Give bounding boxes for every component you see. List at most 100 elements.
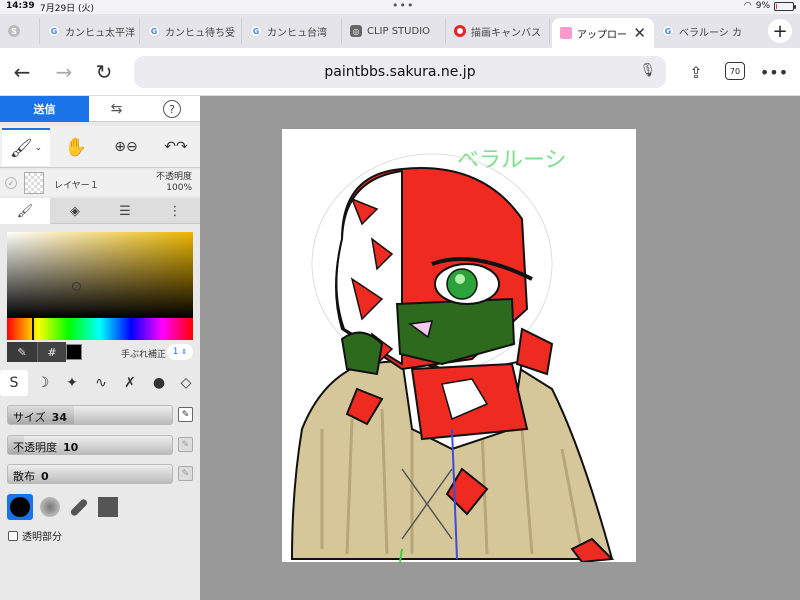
url-text: paintbbs.sakura.ne.jp <box>324 64 476 80</box>
eyedropper-icon[interactable]: ✎ <box>7 342 37 362</box>
google-icon: G <box>148 25 160 37</box>
tab-title: カンヒュ台湾 <box>267 27 327 39</box>
layer-opacity-value: 100% <box>166 183 192 193</box>
tab-7[interactable]: G ベラルーシ カ <box>654 18 754 44</box>
multitask-dots-icon[interactable]: ••• <box>392 0 414 12</box>
brush-settings-tab-icon[interactable]: 🖌 <box>0 198 50 224</box>
square-brush-shape-icon[interactable] <box>95 494 121 520</box>
tool-panel: 送信 ⇆ ? 🖌 ⌄ ✋ ⊕⊖ ↶↷ ✓ レイヤー１ 不透明度 100% 🖌 ◈ … <box>0 96 200 600</box>
google-icon: G <box>48 25 60 37</box>
brush-types: S ☽ ✦ ∿ ✗ ● ◇ <box>0 370 200 396</box>
color-row: ✎ # 手ぶれ補正 1 ⇕ <box>7 342 193 362</box>
undo-redo-icon[interactable]: ↶↷ <box>152 128 200 166</box>
url-field[interactable]: paintbbs.sakura.ne.jp 🎙 <box>134 56 666 88</box>
marker-brush-icon[interactable]: ☽ <box>29 370 57 396</box>
panel-header: 送信 ⇆ ? <box>0 96 200 122</box>
soft-brush-shape-icon[interactable] <box>37 494 63 520</box>
round-brush-shape-icon[interactable] <box>7 494 33 520</box>
scatter-label: 散布 <box>13 470 35 483</box>
app-favicon-icon <box>560 27 572 39</box>
more-tab-icon[interactable]: ⋮ <box>150 198 200 224</box>
clip-studio-icon: ◎ <box>350 25 362 37</box>
hex-input-button[interactable]: # <box>37 342 66 362</box>
main-tools: 🖌 ⌄ ✋ ⊕⊖ ↶↷ <box>0 126 200 168</box>
back-icon[interactable]: ← <box>8 58 36 86</box>
layer-thumbnail <box>24 172 44 194</box>
status-time: 14:39 <box>6 1 35 11</box>
reload-icon[interactable]: ↻ <box>90 58 118 86</box>
chevron-updown-icon: ⇕ <box>181 348 188 356</box>
scatter-value: 0 <box>41 470 49 483</box>
close-tab-icon[interactable]: ✕ <box>633 24 646 42</box>
transparent-checkbox[interactable] <box>8 530 18 541</box>
scatter-pressure-icon[interactable]: ✎ <box>178 466 193 481</box>
share-icon[interactable]: ⇪ <box>682 58 710 86</box>
microphone-icon[interactable]: 🎙 <box>639 63 656 78</box>
tab-title: カンヒュ待ち受 <box>165 27 235 39</box>
more-menu-icon[interactable]: ••• <box>760 58 788 86</box>
red-ring-icon <box>454 25 466 37</box>
address-toolbar: ← → ↻ paintbbs.sakura.ne.jp 🎙 ⇪ ••• <box>0 48 800 96</box>
opacity-slider[interactable]: 不透明度 10 <box>7 435 173 455</box>
size-pressure-icon[interactable]: ✎ <box>178 407 193 422</box>
swap-icon[interactable]: ⇆ <box>89 96 144 122</box>
google-icon: G <box>662 25 674 37</box>
tab-count-button[interactable]: 70 <box>725 62 745 80</box>
size-value: 34 <box>51 411 67 424</box>
tab-title: 描画キャンバス <box>471 27 541 39</box>
hand-tool-icon[interactable]: ✋ <box>52 128 100 166</box>
tab-title: ベラルーシ カ <box>679 27 742 39</box>
tab-title: CLIP STUDIO <box>367 25 431 37</box>
tab-2[interactable]: G カンヒュ待ち受 <box>140 18 242 44</box>
hue-slider[interactable] <box>7 318 193 340</box>
adjust-tab-icon[interactable]: ☰ <box>100 198 150 224</box>
battery-fill <box>776 3 777 9</box>
new-tab-button[interactable]: + <box>768 19 792 43</box>
size-label: サイズ <box>13 411 46 424</box>
watercolor-brush-icon[interactable]: ∿ <box>87 370 115 396</box>
hue-marker[interactable] <box>32 318 34 340</box>
panel-subtabs: 🖌 ◈ ☰ ⋮ <box>0 198 200 224</box>
canvas-workspace[interactable]: ベラルーシ <box>200 96 800 600</box>
layer-opacity-label: 不透明度 <box>155 172 192 182</box>
tab-0[interactable]: S <box>0 18 40 44</box>
size-slider[interactable]: サイズ 34 <box>7 405 173 425</box>
eraser-icon[interactable]: ◇ <box>172 370 200 396</box>
status-bar: 14:39 7月29日 (火) ••• ◠ 9% <box>0 0 800 14</box>
fill-brush-icon[interactable]: ● <box>145 370 173 396</box>
scatter-slider[interactable]: 散布 0 <box>7 464 173 484</box>
forward-icon[interactable]: → <box>50 58 78 86</box>
opacity-pressure-icon[interactable]: ✎ <box>178 437 193 452</box>
flat-brush-shape-icon[interactable] <box>66 494 92 520</box>
artwork-illustration: ベラルーシ <box>290 148 615 564</box>
stabilizer-select[interactable]: 1 ⇕ <box>167 344 193 360</box>
tab-active[interactable]: アップロー ✕ <box>552 18 654 48</box>
tab-5[interactable]: 描画キャンバス <box>446 18 550 44</box>
tab-1[interactable]: G カンヒュ太平洋 <box>40 18 140 44</box>
blur-brush-icon[interactable]: ✗ <box>116 370 144 396</box>
current-color-swatch[interactable] <box>66 344 82 360</box>
tab-4[interactable]: ◎ CLIP STUDIO <box>342 18 446 44</box>
pen-brush-icon[interactable]: S <box>0 370 28 396</box>
drawing-canvas[interactable]: ベラルーシ <box>282 129 636 564</box>
tab-3[interactable]: G カンヒュ台湾 <box>242 18 342 44</box>
wifi-icon: ◠ <box>743 1 752 11</box>
battery-percent: 9% <box>755 1 770 11</box>
send-button[interactable]: 送信 <box>0 96 89 122</box>
airbrush-icon[interactable]: ✦ <box>58 370 86 396</box>
brush-tool-icon[interactable]: 🖌 ⌄ <box>2 128 50 166</box>
stabilizer-label: 手ぶれ補正 <box>121 350 167 360</box>
layers-tab-icon[interactable]: ◈ <box>50 198 100 224</box>
tab-title: アップロー <box>577 29 627 41</box>
layer-opacity: 不透明度 100% <box>156 172 192 194</box>
color-picker-knob[interactable] <box>72 282 81 291</box>
layer-row[interactable]: ✓ レイヤー１ 不透明度 100% <box>0 170 200 196</box>
layer-name: レイヤー１ <box>54 181 99 191</box>
zoom-tool-icon[interactable]: ⊕⊖ <box>102 128 150 166</box>
tab-favicon-icon: S <box>8 25 20 37</box>
transparent-option[interactable]: 透明部分 <box>8 528 62 543</box>
help-icon[interactable]: ? <box>163 100 181 118</box>
layer-visible-check-icon[interactable]: ✓ <box>5 177 17 189</box>
color-picker[interactable] <box>7 232 193 318</box>
opacity-label: 不透明度 <box>13 441 57 454</box>
